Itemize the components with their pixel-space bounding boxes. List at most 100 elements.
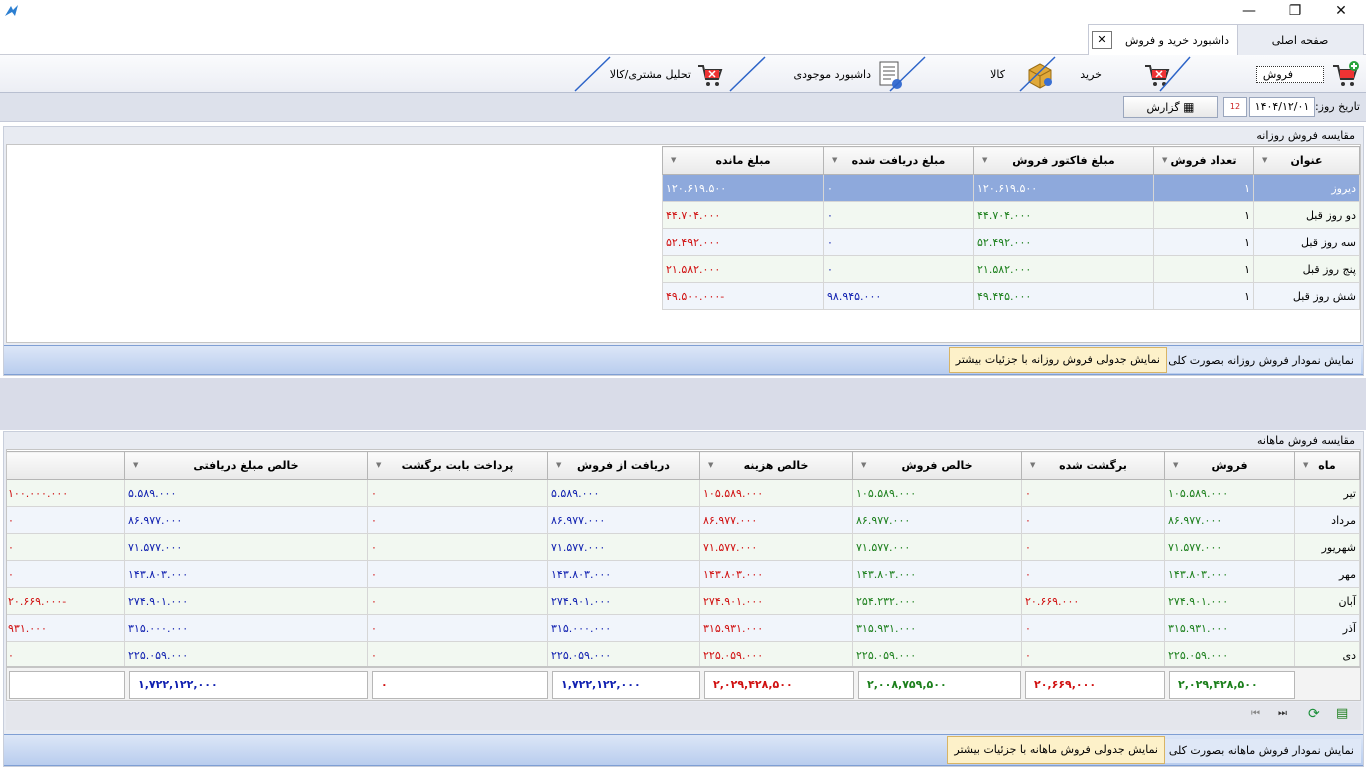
report-button[interactable]: ▦ گزارش	[1123, 96, 1218, 118]
daily-cell-invoice[interactable]: ۴۴.۷۰۴.۰۰۰	[973, 201, 1154, 229]
daily-cell-count[interactable]: ۱	[1153, 228, 1254, 256]
monthly-header-net-sales[interactable]: خالص فروش ▼	[852, 451, 1022, 480]
monthly-header-sales[interactable]: فروش ▼	[1164, 451, 1295, 480]
monthly-cell-last[interactable]: ۰	[7, 506, 125, 534]
daily-header-received[interactable]: مبلغ دریافت شده ▼	[823, 146, 974, 175]
daily-header-title[interactable]: عنوان ▼	[1253, 146, 1360, 175]
monthly-cell-refund[interactable]: ۰	[367, 614, 548, 642]
monthly-cell-net-sales[interactable]: ۳۱۵.۹۳۱.۰۰۰	[852, 614, 1022, 642]
table-row[interactable]: آذر ۳۱۵.۹۳۱.۰۰۰ ۰ ۳۱۵.۹۳۱.۰۰۰ ۳۱۵.۹۳۱.۰۰۰ ۳۱۵…	[7, 614, 1360, 642]
daily-cell-remaining[interactable]: ۴۹.۵۰۰.۰۰۰-	[662, 282, 824, 310]
daily-chart-button[interactable]: نمایش نمودار فروش روزانه بصورت کلی	[1161, 349, 1361, 373]
monthly-cell-last[interactable]: ۰	[7, 641, 125, 666]
refresh-icon[interactable]: ⟳	[1308, 706, 1320, 722]
table-row[interactable]: پنج روز قبل ۱ ۲۱.۵۸۲.۰۰۰ ۰ ۲۱.۵۸۲.۰۰۰	[662, 255, 1360, 283]
monthly-cell-last[interactable]: ۲۰.۶۶۹.۰۰۰-	[7, 587, 125, 615]
daily-cell-received[interactable]: ۹۸.۹۴۵.۰۰۰	[823, 282, 974, 310]
daily-cell-invoice[interactable]: ۴۹.۴۴۵.۰۰۰	[973, 282, 1154, 310]
monthly-cell-sales[interactable]: ۳۱۵.۹۳۱.۰۰۰	[1164, 614, 1295, 642]
monthly-cell-received[interactable]: ۳۱۵.۰۰۰.۰۰۰	[547, 614, 700, 642]
table-row[interactable]: شهریور ۷۱.۵۷۷.۰۰۰ ۰ ۷۱.۵۷۷.۰۰۰ ۷۱.۵۷۷.۰۰۰ ۷۱.…	[7, 533, 1360, 561]
monthly-cell-refund[interactable]: ۰	[367, 479, 548, 507]
monthly-cell-refund[interactable]: ۰	[367, 560, 548, 588]
monthly-cell-net-sales[interactable]: ۱۴۳.۸۰۳.۰۰۰	[852, 560, 1022, 588]
monthly-cell-month[interactable]: آبان	[1294, 587, 1360, 615]
monthly-cell-sales[interactable]: ۲۷۴.۹۰۱.۰۰۰	[1164, 587, 1295, 615]
monthly-cell-net-received[interactable]: ۷۱.۵۷۷.۰۰۰	[124, 533, 368, 561]
daily-cell-remaining[interactable]: ۲۱.۵۸۲.۰۰۰	[662, 255, 824, 283]
table-row[interactable]: مهر ۱۴۳.۸۰۳.۰۰۰ ۰ ۱۴۳.۸۰۳.۰۰۰ ۱۴۳.۸۰۳.۰۰۰ ۱۴۳…	[7, 560, 1360, 588]
daily-cell-remaining[interactable]: ۴۴.۷۰۴.۰۰۰	[662, 201, 824, 229]
monthly-header-month[interactable]: ماه ▼	[1294, 451, 1360, 480]
daily-cell-count[interactable]: ۱	[1153, 174, 1254, 202]
table-row[interactable]: دیروز ۱ ۱۲۰.۶۱۹.۵۰۰ ۰ ۱۲۰.۶۱۹.۵۰۰	[662, 174, 1360, 202]
monthly-cell-returned[interactable]: ۰	[1021, 641, 1165, 666]
monthly-cell-returned[interactable]: ۲۰.۶۶۹.۰۰۰	[1021, 587, 1165, 615]
monthly-cell-net-sales[interactable]: ۱۰۵.۵۸۹.۰۰۰	[852, 479, 1022, 507]
monthly-cell-refund[interactable]: ۰	[367, 587, 548, 615]
monthly-cell-month[interactable]: تیر	[1294, 479, 1360, 507]
monthly-cell-month[interactable]: دی	[1294, 641, 1360, 666]
daily-cell-title[interactable]: دیروز	[1253, 174, 1360, 202]
monthly-cell-last[interactable]: ۹۳۱.۰۰۰	[7, 614, 125, 642]
monthly-cell-last[interactable]: ۱۰۰.۰۰۰.۰۰۰	[7, 479, 125, 507]
daily-cell-title[interactable]: شش روز قبل	[1253, 282, 1360, 310]
monthly-cell-net-sales[interactable]: ۲۲۵.۰۵۹.۰۰۰	[852, 641, 1022, 666]
table-row[interactable]: تیر ۱۰۵.۵۸۹.۰۰۰ ۰ ۱۰۵.۵۸۹.۰۰۰ ۱۰۵.۵۸۹.۰۰۰ ۵.۵…	[7, 479, 1360, 507]
monthly-cell-net-received[interactable]: ۲۲۵.۰۵۹.۰۰۰	[124, 641, 368, 666]
monthly-cell-received[interactable]: ۸۶.۹۷۷.۰۰۰	[547, 506, 700, 534]
monthly-cell-net-cost[interactable]: ۷۱.۵۷۷.۰۰۰	[699, 533, 853, 561]
monthly-cell-sales[interactable]: ۱۰۵.۵۸۹.۰۰۰	[1164, 479, 1295, 507]
monthly-cell-returned[interactable]: ۰	[1021, 533, 1165, 561]
monthly-chart-button[interactable]: نمایش نمودار فروش ماهانه بصورت کلی	[1161, 739, 1361, 763]
monthly-header-net-cost[interactable]: خالص هزینه ▼	[699, 451, 853, 480]
monthly-cell-refund[interactable]: ۰	[367, 533, 548, 561]
monthly-cell-net-sales[interactable]: ۷۱.۵۷۷.۰۰۰	[852, 533, 1022, 561]
monthly-cell-sales[interactable]: ۲۲۵.۰۵۹.۰۰۰	[1164, 641, 1295, 666]
export-excel-icon[interactable]: ▤	[1336, 706, 1348, 721]
daily-cell-invoice[interactable]: ۲۱.۵۸۲.۰۰۰	[973, 255, 1154, 283]
monthly-cell-net-cost[interactable]: ۲۲۵.۰۵۹.۰۰۰	[699, 641, 853, 666]
daily-cell-received[interactable]: ۰	[823, 228, 974, 256]
daily-cell-invoice[interactable]: ۱۲۰.۶۱۹.۵۰۰	[973, 174, 1154, 202]
first-page-icon[interactable]: ⏮	[1251, 708, 1260, 719]
monthly-cell-net-received[interactable]: ۱۴۳.۸۰۳.۰۰۰	[124, 560, 368, 588]
daily-cell-received[interactable]: ۰	[823, 174, 974, 202]
monthly-cell-net-cost[interactable]: ۸۶.۹۷۷.۰۰۰	[699, 506, 853, 534]
monthly-header-net-received[interactable]: خالص مبلغ دریافتی ▼	[124, 451, 368, 480]
daily-cell-received[interactable]: ۰	[823, 255, 974, 283]
monthly-cell-month[interactable]: شهریور	[1294, 533, 1360, 561]
daily-header-remaining[interactable]: مبلغ مانده ▼	[662, 146, 824, 175]
table-row[interactable]: سه روز قبل ۱ ۵۲.۴۹۲.۰۰۰ ۰ ۵۲.۴۹۲.۰۰۰	[662, 228, 1360, 256]
daily-cell-count[interactable]: ۱	[1153, 255, 1254, 283]
monthly-cell-returned[interactable]: ۰	[1021, 479, 1165, 507]
monthly-cell-net-sales[interactable]: ۸۶.۹۷۷.۰۰۰	[852, 506, 1022, 534]
monthly-header-refund[interactable]: پرداخت بابت برگشت ▼	[367, 451, 548, 480]
monthly-header-extra[interactable]	[7, 451, 125, 480]
monthly-cell-received[interactable]: ۲۲۵.۰۵۹.۰۰۰	[547, 641, 700, 666]
tab-dashboard[interactable]: داشبورد خرید و فروش ✕	[1088, 24, 1238, 55]
monthly-cell-net-cost[interactable]: ۱۰۵.۵۸۹.۰۰۰	[699, 479, 853, 507]
monthly-table-button[interactable]: نمایش جدولی فروش ماهانه با جزئیات بیشتر	[947, 736, 1165, 764]
table-row[interactable]: آبان ۲۷۴.۹۰۱.۰۰۰ ۲۰.۶۶۹.۰۰۰ ۲۵۴.۲۳۲.۰۰۰ ۲۷۴.…	[7, 587, 1360, 615]
monthly-cell-net-received[interactable]: ۲۷۴.۹۰۱.۰۰۰	[124, 587, 368, 615]
table-row[interactable]: دی ۲۲۵.۰۵۹.۰۰۰ ۰ ۲۲۵.۰۵۹.۰۰۰ ۲۲۵.۰۵۹.۰۰۰ ۲۲۵.…	[7, 641, 1360, 666]
daily-table-button[interactable]: نمایش جدولی فروش روزانه با جزئیات بیشتر	[948, 347, 1167, 373]
daily-cell-invoice[interactable]: ۵۲.۴۹۲.۰۰۰	[973, 228, 1154, 256]
monthly-header-returned[interactable]: برگشت شده ▼	[1021, 451, 1165, 480]
monthly-cell-net-cost[interactable]: ۳۱۵.۹۳۱.۰۰۰	[699, 614, 853, 642]
monthly-cell-refund[interactable]: ۰	[367, 641, 548, 666]
monthly-cell-returned[interactable]: ۰	[1021, 506, 1165, 534]
monthly-cell-sales[interactable]: ۸۶.۹۷۷.۰۰۰	[1164, 506, 1295, 534]
monthly-cell-net-received[interactable]: ۵.۵۸۹.۰۰۰	[124, 479, 368, 507]
monthly-cell-month[interactable]: مهر	[1294, 560, 1360, 588]
monthly-cell-sales[interactable]: ۱۴۳.۸۰۳.۰۰۰	[1164, 560, 1295, 588]
daily-header-count[interactable]: تعداد فروش ▼	[1153, 146, 1254, 175]
daily-cell-count[interactable]: ۱	[1153, 282, 1254, 310]
monthly-cell-net-cost[interactable]: ۲۷۴.۹۰۱.۰۰۰	[699, 587, 853, 615]
daily-cell-count[interactable]: ۱	[1153, 201, 1254, 229]
daily-cell-title[interactable]: پنج روز قبل	[1253, 255, 1360, 283]
daily-cell-remaining[interactable]: ۱۲۰.۶۱۹.۵۰۰	[662, 174, 824, 202]
table-row[interactable]: شش روز قبل ۱ ۴۹.۴۴۵.۰۰۰ ۹۸.۹۴۵.۰۰۰ ۴۹.۵۰۰.۰۰…	[662, 282, 1360, 310]
minimize-button[interactable]: —	[1226, 0, 1272, 24]
